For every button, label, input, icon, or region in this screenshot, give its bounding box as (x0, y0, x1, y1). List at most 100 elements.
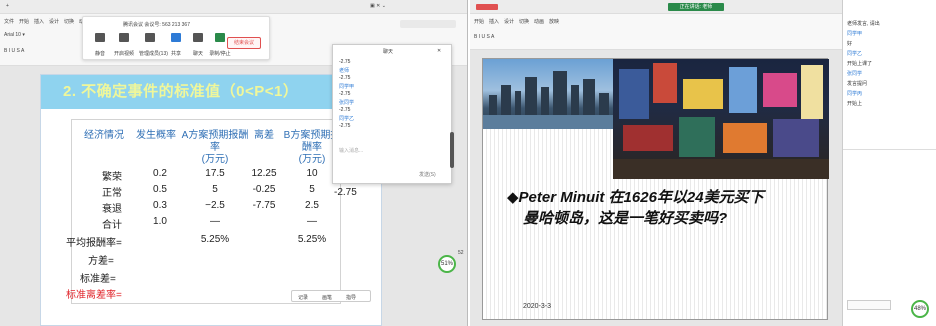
progress-badge: 51% (438, 255, 456, 273)
new-tab-icon[interactable]: + (6, 3, 9, 9)
share-screen-icon (171, 33, 181, 42)
cell-deviation: -0.25 (252, 184, 276, 195)
chat-panel: 聊天 ✕ -2.75 老师 -2.75 同学甲 -2.75 张同学 -2.75 … (332, 44, 452, 184)
chat-message: 开始上 (847, 101, 863, 107)
meeting-control-bar: 腾讯会议 会议号: 563 213 367 静音 开启视频 管理成员(13) 共… (82, 16, 270, 60)
chat-sender: 同学乙 (339, 116, 355, 122)
chat-sender: 老师 (339, 68, 350, 74)
cell-a-return: 17.5 (205, 168, 225, 179)
scrollbar-thumb[interactable] (450, 132, 454, 168)
cell-economy: 衰退 (102, 204, 122, 215)
right-slide: ◆Peter Minuit 在1626年以24美元买下 曼哈顿岛，这是一笔好买卖… (482, 58, 829, 320)
mute-button[interactable]: 静音 (89, 33, 111, 57)
chat-message: 好 (847, 41, 853, 47)
chat-send-button[interactable]: 发送(S) (419, 171, 436, 178)
slide-title: 2. 不确定事件的标准值（0<P<1） (63, 83, 299, 100)
std-dev-label: 标准差= (80, 274, 116, 285)
slide-text-line-2: 曼哈顿岛，这是一笔好买卖吗? (523, 210, 728, 227)
chat-history: 老师发言, 请出 同学甲 好 同学乙 开始上课了 张同学 发言提问 同学丙 开始… (843, 0, 936, 150)
right-slide-canvas: ◆Peter Minuit 在1626年以24美元买下 曼哈顿岛，这是一笔好买卖… (470, 50, 842, 326)
font-row: Arial 10 ▾ (4, 32, 25, 38)
right-screen: 正在讲话: 老师 开始 插入 设计 切换 动画 放映 B I U S A ◆Pe… (470, 0, 936, 326)
members-icon (145, 33, 155, 42)
chat-message: 开始上课了 (847, 61, 873, 67)
menu-row: 文件 开始 插入 设计 切换 动画 (4, 19, 90, 25)
left-window-titlebar: + ▣ ✕ ⌄ (0, 0, 467, 14)
cell-b-return: — (307, 216, 317, 227)
side-badge: 52 (458, 250, 464, 256)
chat-message: -2.75 (339, 123, 351, 129)
header-deviation: 离差 (254, 130, 274, 141)
cell-probability: 0.2 (153, 168, 167, 179)
cell-deviation: 12.25 (251, 168, 277, 179)
chat-input[interactable] (847, 300, 891, 310)
cell-b-return: 2.5 (305, 200, 319, 211)
chat-button[interactable]: 聊天 (187, 33, 209, 57)
average-return-b: 5.25% (297, 234, 327, 245)
progress-badge: 48% (911, 300, 929, 318)
cell-probability: 0.5 (153, 184, 167, 195)
ribbon-search-box[interactable] (400, 20, 456, 28)
times-square-photo (613, 59, 829, 179)
camera-icon (119, 33, 129, 42)
chat-icon (193, 33, 203, 42)
cell-a-return: — (210, 216, 220, 227)
cell-economy: 合计 (102, 220, 122, 231)
slide-title-bar: 2. 不确定事件的标准值（0<P<1） (41, 75, 381, 109)
chat-sender: 同学丙 (847, 91, 863, 97)
speaking-badge: 正在讲话: 老师 (668, 3, 724, 11)
chat-message: -2.75 (339, 75, 351, 81)
chat-message: -2.75 (339, 91, 351, 97)
close-icon[interactable]: ✕ (437, 48, 441, 54)
chat-sender: 张同学 (847, 71, 863, 77)
average-return-label: 平均报酬率= (66, 238, 122, 249)
share-icon[interactable]: ▣ ✕ ⌄ (370, 3, 386, 9)
slide-body-text: ◆Peter Minuit 在1626年以24美元买下 曼哈顿岛，这是一笔好买卖… (507, 187, 807, 229)
end-meeting-button[interactable]: 结束会议 (227, 37, 261, 49)
slide-text-line-1: ◆Peter Minuit 在1626年以24美元买下 (507, 189, 764, 206)
chat-input[interactable]: 输入消息... (339, 147, 363, 154)
chat-message: -2.75 (339, 59, 351, 65)
cell-a-return: −2.5 (205, 200, 225, 211)
pen-tool[interactable]: 画笔 (322, 294, 332, 301)
video-button[interactable]: 开启视频 (113, 33, 135, 57)
chat-sender: 张同学 (339, 100, 355, 106)
menu-row: 开始 插入 设计 切换 动画 放映 (474, 19, 560, 25)
chat-message: 发言提问 (847, 81, 868, 87)
city-skyline-photo (483, 59, 613, 129)
app-tab[interactable] (476, 4, 498, 10)
format-row[interactable]: B I U S A (474, 34, 494, 40)
share-screen-button[interactable]: 共享 (165, 33, 187, 57)
microphone-icon (95, 33, 105, 42)
left-slide-canvas: 2. 不确定事件的标准值（0<P<1） 经济情况 发生概率 A方案预期报酬 率 … (0, 44, 467, 326)
cell-deviation: -7.75 (252, 200, 276, 211)
chat-sender: 同学甲 (339, 84, 355, 90)
format-row[interactable]: B I U S A (4, 48, 24, 54)
return-rate-table: 经济情况 发生概率 A方案预期报酬 率 (万元) 离差 B方案预期报 酬率 (万… (66, 119, 341, 304)
chat-sender: 同学乙 (847, 51, 863, 57)
cell-economy: 正常 (102, 188, 122, 199)
header-a-return-3: (万元) (201, 154, 229, 165)
chat-title: 聊天 (383, 49, 394, 55)
cell-a-return: 5 (212, 184, 218, 195)
header-economy: 经济情况 (84, 130, 124, 141)
members-button[interactable]: 管理成员(13) (139, 33, 168, 57)
cell-b-return: 5 (309, 184, 315, 195)
cell-overflow-deviation: -2.75 (334, 187, 357, 198)
variance-label: 方差= (88, 256, 114, 267)
record-tool[interactable]: 记录 (298, 294, 308, 301)
slide-toolstrip: 记录 画笔 指导 (291, 290, 371, 302)
meeting-id: 腾讯会议 会议号: 563 213 367 (123, 22, 190, 28)
header-probability: 发生概率 (136, 130, 176, 141)
chat-message: -2.75 (339, 107, 351, 113)
average-return-a: 5.25% (200, 234, 230, 245)
guide-tool[interactable]: 指导 (346, 294, 356, 301)
slide-date: 2020-3-3 (523, 303, 552, 310)
right-chat-sidebar: 老师发言, 请出 同学甲 好 同学乙 开始上课了 张同学 发言提问 同学丙 开始… (842, 0, 936, 326)
chat-message: 老师发言, 请出 (847, 21, 880, 27)
left-screen: + ▣ ✕ ⌄ 文件 开始 插入 设计 切换 动画 Arial 10 ▾ B I… (0, 0, 468, 326)
cell-probability: 1.0 (153, 216, 167, 227)
cell-economy: 繁荣 (102, 172, 122, 183)
record-icon (215, 33, 225, 42)
chat-sender: 同学甲 (847, 31, 863, 37)
